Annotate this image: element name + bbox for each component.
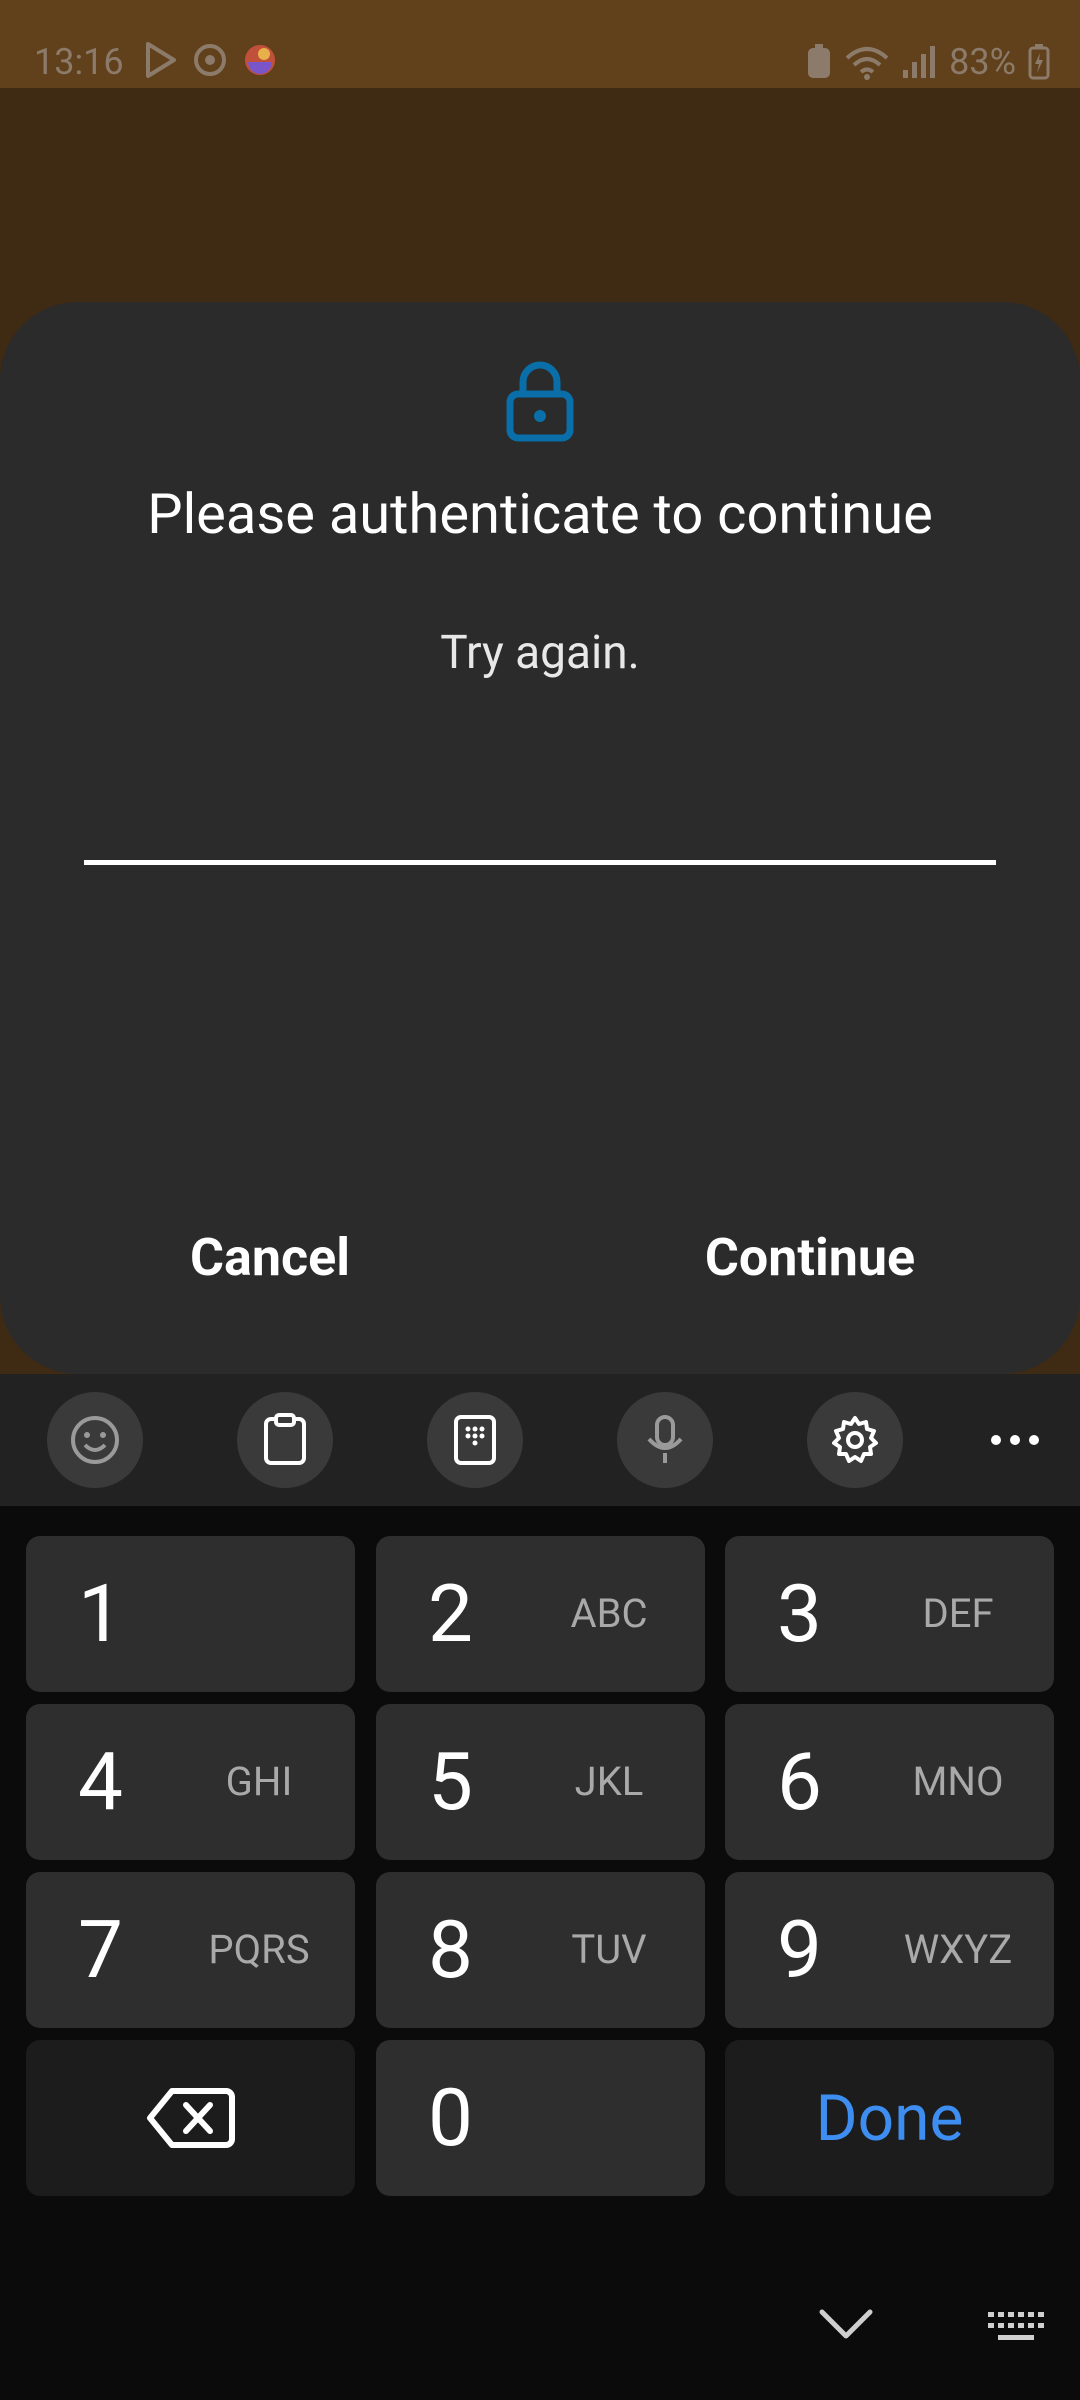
battery-percent: 83%	[949, 41, 1016, 83]
sync-icon	[194, 44, 226, 76]
keyboard-settings-button[interactable]	[807, 1392, 903, 1488]
key-digit: 2	[428, 1567, 473, 1661]
more-options-button[interactable]	[967, 1392, 1063, 1488]
key-digit: 7	[78, 1903, 123, 1997]
key-digit: 1	[78, 1567, 123, 1661]
key-digit: 0	[428, 2071, 473, 2165]
done-key[interactable]: Done	[725, 2040, 1054, 2196]
key-letters: PQRS	[208, 1926, 310, 1973]
status-time: 13:16	[34, 41, 124, 83]
lock-icon	[506, 361, 574, 442]
microphone-icon	[647, 1415, 683, 1463]
app-notification-icon	[245, 45, 275, 75]
key-0[interactable]: 0	[376, 2040, 705, 2196]
status-bar: 13:16 83%	[0, 0, 1080, 88]
key-5[interactable]: 5 JKL	[376, 1704, 705, 1860]
keyboard-switch-icon[interactable]	[986, 2308, 1046, 2348]
emoji-button[interactable]	[47, 1392, 143, 1488]
key-9[interactable]: 9 WXYZ	[725, 1872, 1054, 2028]
key-letters: DEF	[922, 1590, 994, 1637]
key-digit: 6	[777, 1735, 822, 1829]
key-3[interactable]: 3 DEF	[725, 1536, 1054, 1692]
data-saver-icon	[808, 44, 831, 78]
pin-input[interactable]	[84, 800, 996, 865]
hide-keyboard-icon[interactable]	[818, 2306, 874, 2342]
clipboard-button[interactable]	[237, 1392, 333, 1488]
key-8[interactable]: 8 TUV	[376, 1872, 705, 2028]
cancel-button[interactable]: Cancel	[150, 1222, 390, 1294]
key-4[interactable]: 4 GHI	[26, 1704, 355, 1860]
signal-icon	[903, 46, 936, 78]
more-icon	[991, 1435, 1039, 1445]
keyboard-toolbar	[0, 1374, 1080, 1506]
keypad-button[interactable]	[427, 1392, 523, 1488]
status-right: 83%	[805, 38, 1050, 86]
key-letters: WXYZ	[903, 1926, 1013, 1973]
key-letters: MNO	[912, 1758, 1004, 1805]
key-digit: 9	[777, 1903, 822, 1997]
key-letters: GHI	[225, 1758, 293, 1805]
key-letters: TUV	[571, 1926, 647, 1973]
wifi-icon	[845, 47, 889, 80]
key-letters: ABC	[570, 1590, 648, 1637]
emoji-icon	[71, 1416, 119, 1464]
dialog-error-message: Try again.	[440, 626, 640, 680]
keypad-icon	[454, 1415, 496, 1465]
dialog-title: Please authenticate to continue	[147, 481, 933, 547]
continue-button[interactable]: Continue	[678, 1222, 942, 1294]
clipboard-icon	[264, 1413, 306, 1465]
voice-input-button[interactable]	[617, 1392, 713, 1488]
backspace-key[interactable]	[26, 2040, 355, 2196]
done-label: Done	[815, 2080, 964, 2156]
settings-icon	[832, 1416, 878, 1463]
key-2[interactable]: 2 ABC	[376, 1536, 705, 1692]
battery-charging-icon	[1028, 44, 1050, 80]
key-letters: JKL	[574, 1758, 644, 1805]
key-digit: 8	[428, 1903, 473, 1997]
key-7[interactable]: 7 PQRS	[26, 1872, 355, 2028]
key-6[interactable]: 6 MNO	[725, 1704, 1054, 1860]
backspace-icon	[146, 2088, 235, 2148]
play-store-icon	[146, 42, 176, 78]
notification-icons	[140, 40, 280, 80]
key-1[interactable]: 1	[26, 1536, 355, 1692]
key-digit: 5	[428, 1735, 473, 1829]
key-digit: 3	[777, 1567, 822, 1661]
numeric-keyboard: 1 2 ABC 3 DEF 4 GHI 5 JKL 6 MNO 7 PQRS 8…	[0, 1506, 1080, 2400]
key-digit: 4	[78, 1735, 123, 1829]
